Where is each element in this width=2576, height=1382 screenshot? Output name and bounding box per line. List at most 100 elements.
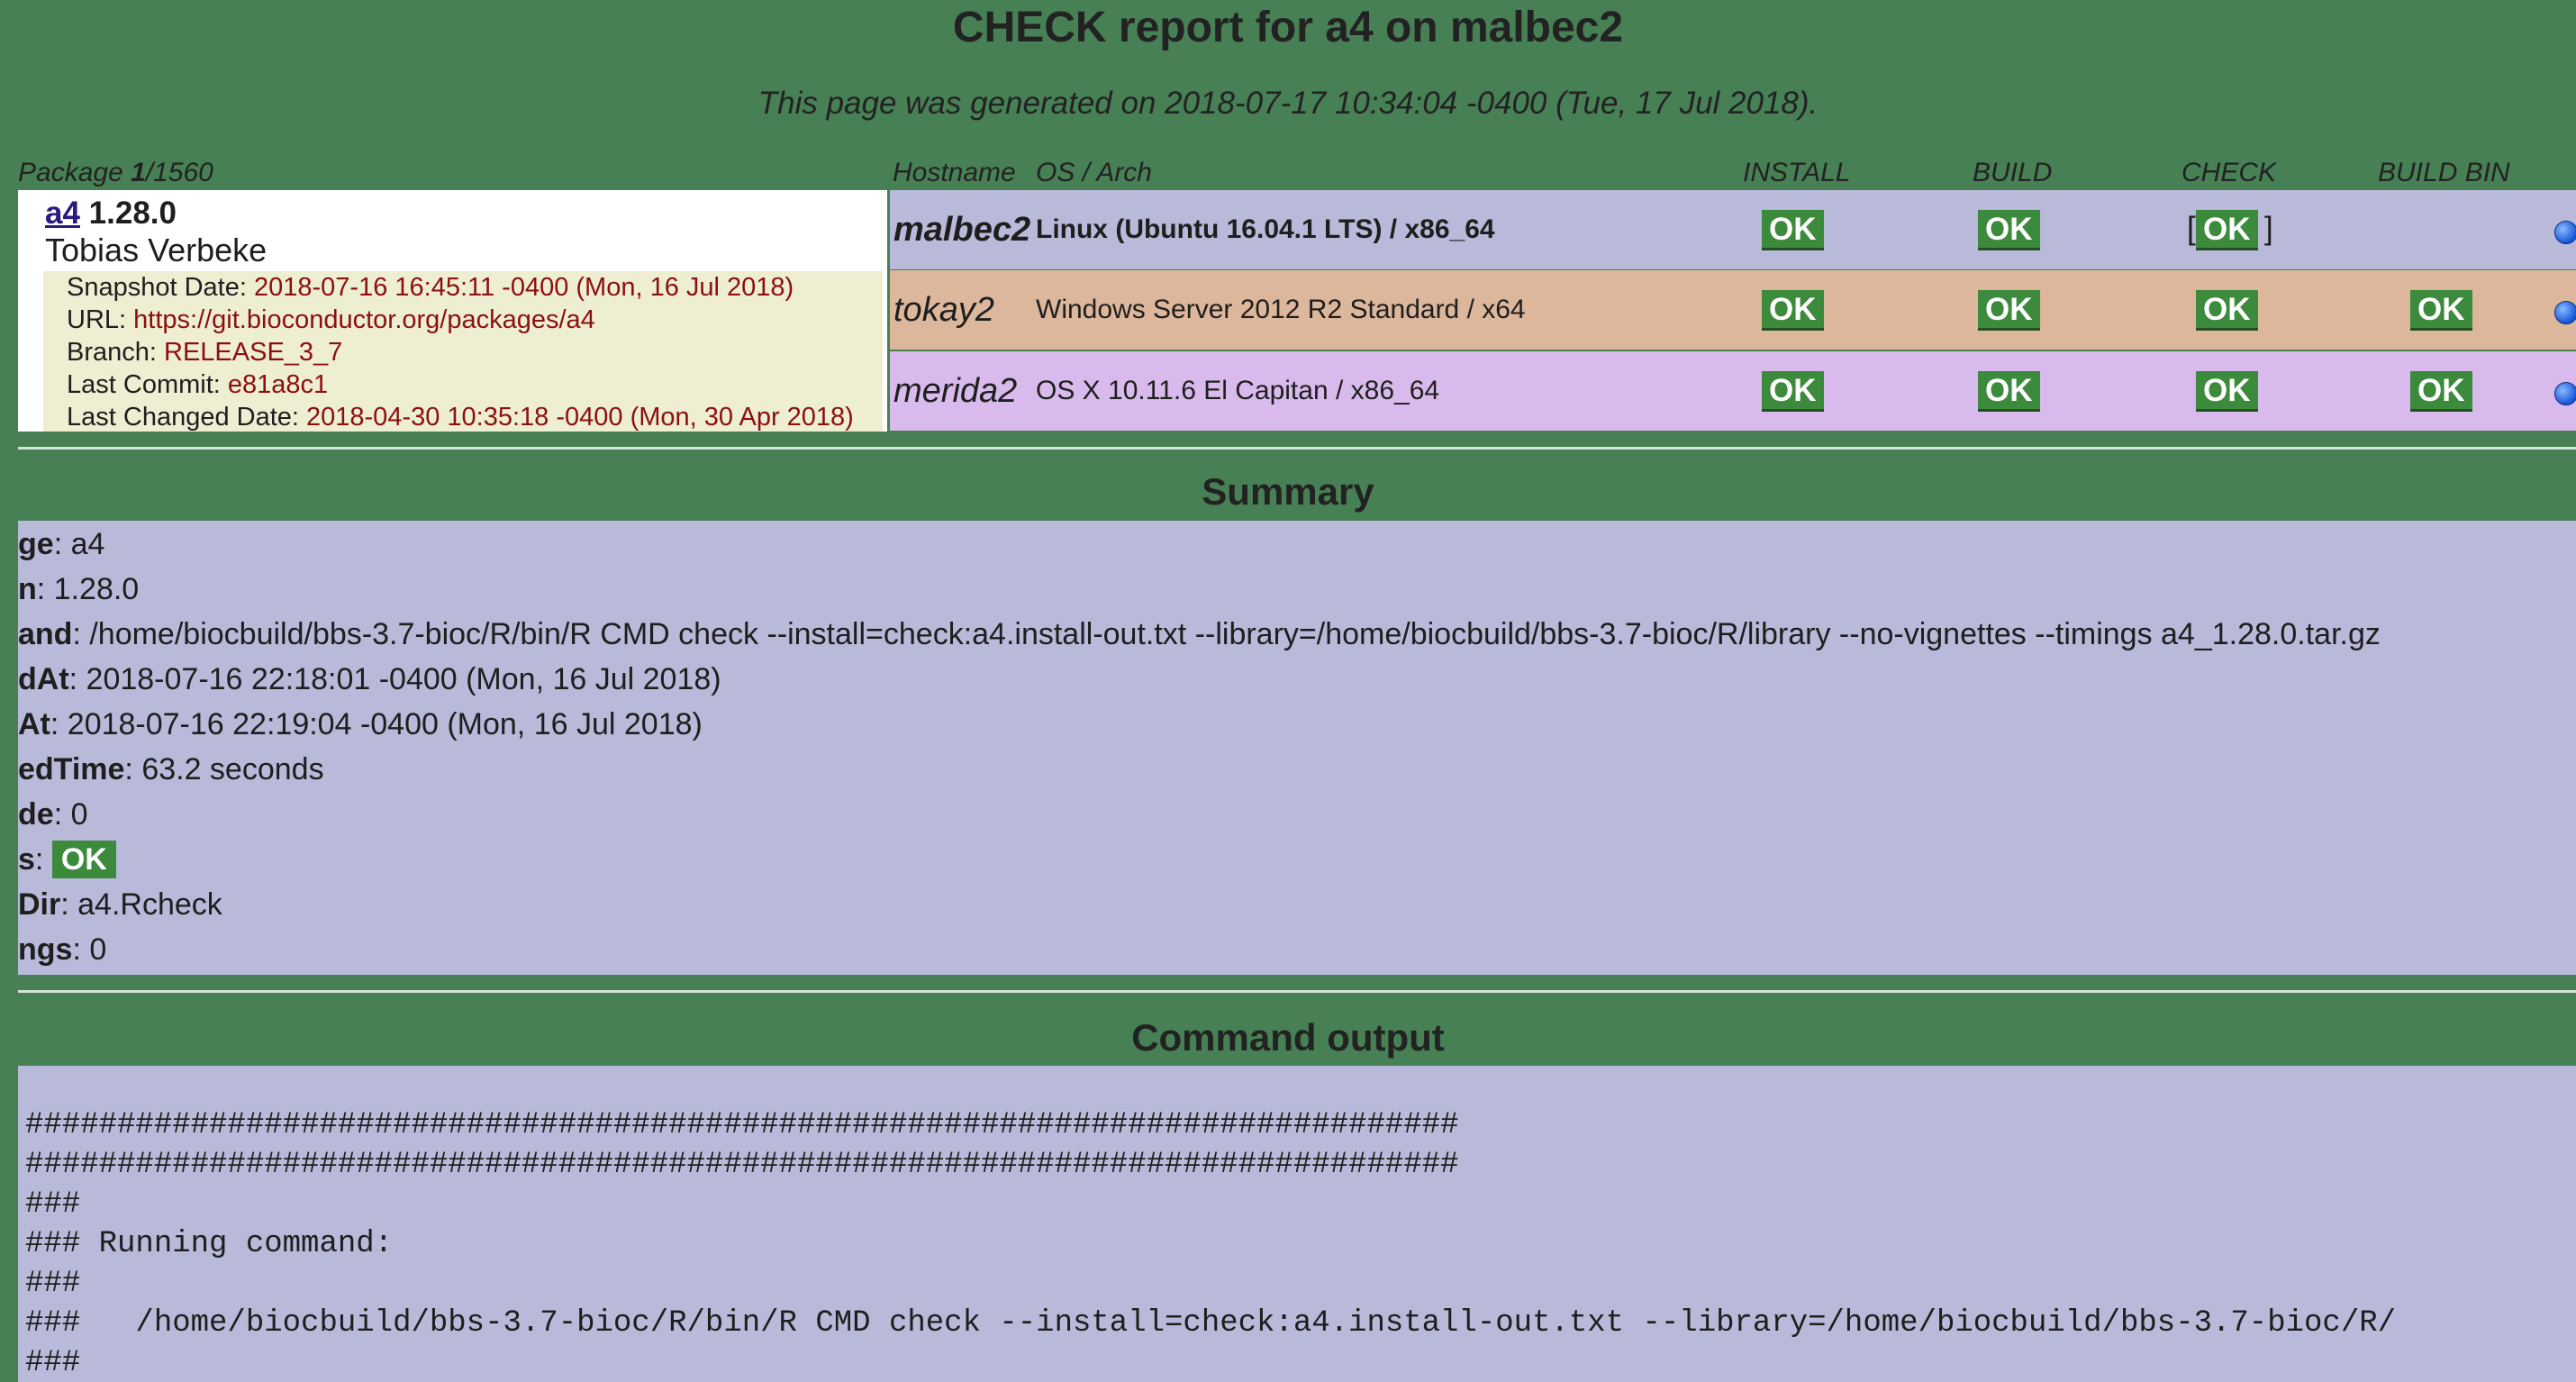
build-status-ok[interactable]: OK [1978,290,2040,331]
status-dot-icon [2554,221,2576,244]
package-count-header: Package 1/1560 [18,155,213,191]
summary-key: ngs [18,932,73,967]
package-prefix: Package [18,158,132,187]
package-metadata-box: Snapshot Date: 2018-07-16 16:45:11 -0400… [43,271,883,432]
build-bin-status-ok[interactable]: OK [2410,290,2472,331]
info-value: e81a8c1 [227,370,329,399]
package-version: 1.28.0 [88,195,177,231]
build-bin-status-ok[interactable]: OK [2410,371,2472,412]
generated-timestamp: This page was generated on 2018-07-17 10… [757,86,1819,121]
check-status-ok[interactable]: OK [2196,290,2258,331]
host-row-malbec2: malbec2 Linux (Ubuntu 16.04.1 LTS) / x86… [890,190,2576,269]
info-label: URL: [67,305,134,334]
summary-key: Dir [18,887,61,922]
output-line: ### [25,1187,81,1222]
package-name-version: a4 1.28.0 [45,194,177,233]
url-row: URL: https://git.bioconductor.org/packag… [67,304,595,336]
package-number: 1 [131,158,146,187]
hostname: tokay2 [893,291,994,329]
info-label: Snapshot Date: [67,273,254,302]
info-value: RELEASE_3_7 [164,338,343,367]
install-status-ok[interactable]: OK [1762,210,1824,250]
status-ok-badge: OK [51,841,116,878]
summary-value: : 2018-07-16 22:19:04 -0400 (Mon, 16 Jul… [50,707,703,741]
summary-key: s [18,842,35,877]
check-status-ok[interactable]: OK [2196,210,2258,250]
summary-status: s: OK [18,838,116,881]
info-label: Last Changed Date: [67,403,307,432]
host-row-tokay2: tokay2 Windows Server 2012 R2 Standard /… [890,270,2576,350]
check-status-ok[interactable]: OK [2196,371,2258,412]
command-output-heading: Command output [1131,1016,1445,1059]
output-line: ### [25,1267,81,1301]
package-total: /1560 [145,158,213,187]
branch-row: Branch: RELEASE_3_7 [67,336,342,368]
package-link[interactable]: a4 [45,195,80,231]
summary-key: ge [18,527,54,561]
summary-key: and [18,617,73,651]
status-dot-icon [2554,382,2576,405]
bracket-open: [ [2187,211,2196,246]
check-header: CHECK [2181,158,2277,187]
os-arch: Linux (Ubuntu 16.04.1 LTS) / x86_64 [1036,214,1495,244]
summary-key: de [18,797,54,832]
os-arch: Windows Server 2012 R2 Standard / x64 [1036,295,1526,324]
bracket-close: ] [2264,211,2273,246]
package-info-panel: a4 1.28.0 Tobias Verbeke Snapshot Date: … [18,190,887,432]
last-commit-row: Last Commit: e81a8c1 [67,368,328,401]
info-label: Last Commit: [67,370,228,399]
summary-elapsed-time: edTime: 63.2 seconds [18,748,324,791]
hostname: malbec2 [893,211,1031,249]
url-link[interactable]: https://git.bioconductor.org/packages/a4 [133,305,595,334]
install-status-ok[interactable]: OK [1762,371,1824,412]
info-label: Branch: [67,338,164,367]
host-row-merida2: merida2 OS X 10.11.6 El Capitan / x86_64… [890,351,2576,431]
info-value: 2018-04-30 10:35:18 -0400 (Mon, 30 Apr 2… [306,403,854,432]
divider [18,990,2576,993]
summary-ended-at: At: 2018-07-16 22:19:04 -0400 (Mon, 16 J… [18,703,703,746]
output-line: ########################################… [25,1148,1459,1182]
page-title: CHECK report for a4 on malbec2 [952,4,1624,51]
summary-package: ge: a4 [18,523,104,566]
summary-value: : a4 [53,527,105,561]
summary-key: At [18,707,50,741]
summary-key: edTime [18,752,125,786]
os-arch: OS X 10.11.6 El Capitan / x86_64 [1036,376,1440,405]
info-value: 2018-07-16 16:45:11 -0400 (Mon, 16 Jul 2… [253,273,794,302]
build-status-ok[interactable]: OK [1978,371,2040,412]
divider [18,447,2576,450]
last-changed-row: Last Changed Date: 2018-04-30 10:35:18 -… [67,401,854,433]
summary-panel: ge: a4 n: 1.28.0 and: /home/biocbuild/bb… [18,521,2576,975]
command-output-text: ########################################… [25,1105,2396,1382]
package-maintainer: Tobias Verbeke [45,232,268,268]
status-dot-icon [2554,301,2576,324]
summary-value: : a4.Rcheck [60,887,222,922]
build-bin-header: BUILD BIN [2378,158,2510,187]
hostname: merida2 [893,372,1018,410]
summary-started-at: dAt: 2018-07-16 22:18:01 -0400 (Mon, 16 … [18,658,721,701]
summary-key: dAt [18,662,69,696]
build-status-ok[interactable]: OK [1978,210,2040,250]
command-output-panel: ########################################… [18,1066,2576,1382]
summary-pkgfile-dir: Dir: a4.Rcheck [18,883,222,926]
summary-warnings: ngs: 0 [18,928,106,971]
output-line: ### /home/biocbuild/bbs-3.7-bioc/R/bin/R… [25,1306,2397,1341]
summary-command: and: /home/biocbuild/bbs-3.7-bioc/R/bin/… [18,613,2381,656]
summary-value: : 1.28.0 [36,572,140,606]
summary-value: : /home/biocbuild/bbs-3.7-bioc/R/bin/R C… [72,617,2381,651]
output-line: ### [25,1346,81,1380]
summary-value: : 0 [72,932,107,967]
summary-value: : 63.2 seconds [124,752,324,786]
summary-key: n [18,572,37,606]
output-line: ### Running command: [25,1227,394,1261]
build-header: BUILD [1973,158,2053,187]
snapshot-date-row: Snapshot Date: 2018-07-16 16:45:11 -0400… [67,271,794,304]
install-status-ok[interactable]: OK [1762,290,1824,331]
output-line: ########################################… [25,1108,1459,1142]
summary-value: : [34,842,52,877]
summary-retcode: de: 0 [18,793,88,836]
summary-value: : 0 [53,797,88,832]
hostname-header: Hostname [893,158,1016,187]
summary-version: n: 1.28.0 [18,568,139,611]
summary-heading: Summary [1202,470,1374,513]
